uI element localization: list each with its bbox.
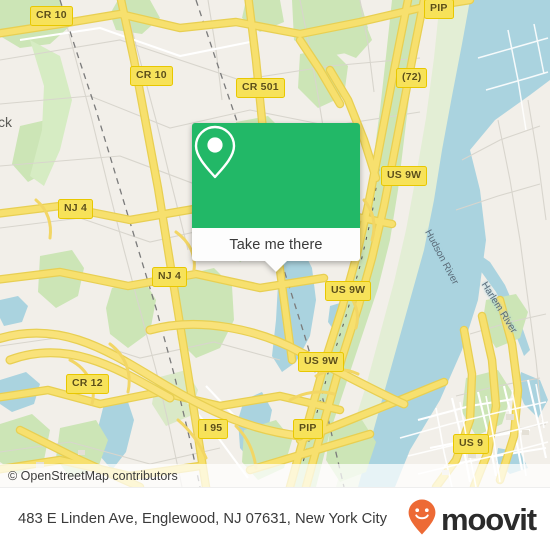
map-screenshot: ck Hudson River Harlem River CR 10 CR 10… — [0, 0, 550, 550]
callout-image-area — [192, 123, 360, 228]
map-attribution-bar: © OpenStreetMap contributors — [0, 464, 550, 487]
road-shield-i-95: I 95 — [198, 419, 229, 439]
take-me-there-label: Take me there — [229, 236, 323, 253]
moovit-wordmark: moovit — [440, 501, 537, 537]
openstreetmap-attribution-text[interactable]: © OpenStreetMap contributors — [0, 469, 178, 483]
road-shield-cr-501: CR 501 — [236, 78, 285, 98]
road-shield-nj-4-west: NJ 4 — [58, 199, 93, 219]
map-canvas[interactable]: ck Hudson River Harlem River CR 10 CR 10… — [0, 0, 550, 487]
road-shield-72: (72) — [396, 68, 428, 88]
place-label: ck — [0, 114, 12, 130]
location-callout[interactable]: Take me there — [192, 123, 360, 272]
road-shield-us-9: US 9 — [453, 434, 490, 454]
road-shield-cr-12: CR 12 — [66, 374, 109, 394]
callout-pointer — [265, 261, 287, 272]
callout-action-bar[interactable]: Take me there — [192, 228, 360, 272]
road-shield-cr-10-north: CR 10 — [30, 6, 73, 26]
road-shield-cr-10: CR 10 — [130, 66, 173, 86]
road-shield-us-9w-south: US 9W — [298, 352, 345, 372]
footer-bar: 483 E Linden Ave, Englewood, NJ 07631, N… — [0, 487, 550, 550]
road-shield-us-9w-north: US 9W — [381, 166, 428, 186]
moovit-logo[interactable]: moovit — [407, 498, 550, 541]
road-shield-pip-south: PIP — [293, 419, 323, 439]
address-text: 483 E Linden Ave, Englewood, NJ 07631, N… — [18, 510, 388, 527]
moovit-pin-smile-icon — [407, 498, 437, 541]
road-shield-nj-4: NJ 4 — [152, 267, 187, 287]
road-shield-pip-north: PIP — [424, 0, 454, 19]
road-shield-us-9w-mid: US 9W — [325, 281, 372, 301]
